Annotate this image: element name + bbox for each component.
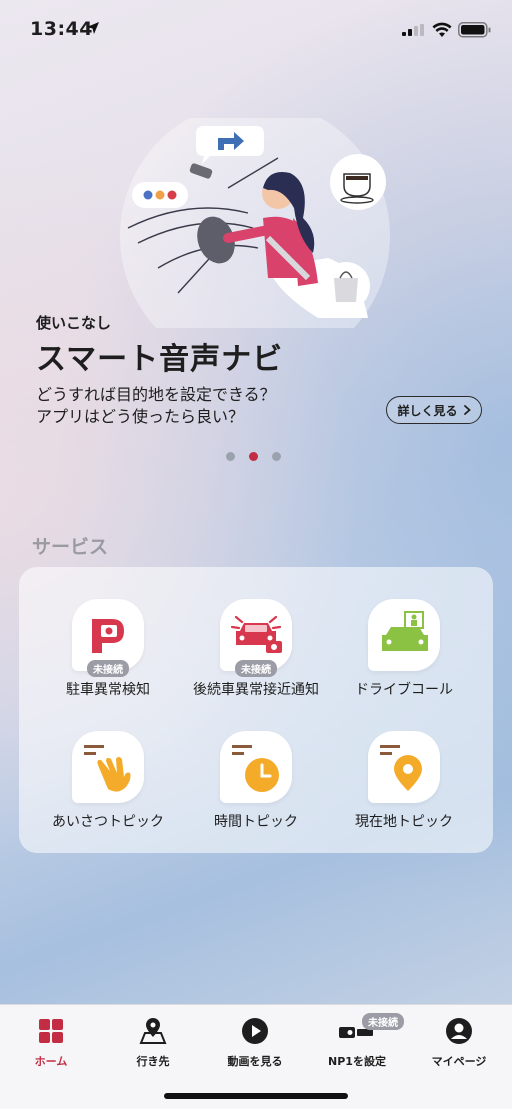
- service-label: 後続車異常接近通知: [193, 682, 319, 698]
- hero-desc-line-2: アプリはどう使ったら良い？: [36, 407, 245, 426]
- status-bar: 13:44: [0, 0, 512, 60]
- services-card: 未接続 駐車異常検知 未接続 後続車異常接近通知 ドライブコール あいさつトピッ…: [19, 567, 493, 853]
- nav-videos[interactable]: 動画を見る: [204, 1017, 306, 1069]
- play-icon: [242, 1018, 268, 1044]
- service-location-topic[interactable]: 現在地トピック: [329, 731, 479, 831]
- user-icon: [446, 1018, 472, 1044]
- service-label: あいさつトピック: [52, 814, 164, 830]
- waving-hand-icon: [84, 745, 131, 792]
- not-connected-badge: 未接続: [362, 1013, 404, 1030]
- service-parking-alert[interactable]: 未接続 駐車異常検知: [33, 599, 183, 699]
- hero-illustration: [120, 118, 390, 328]
- signal-icon: [402, 24, 424, 36]
- hero-eyebrow: 使いこなし: [36, 314, 112, 332]
- detail-button[interactable]: 詳しく見る: [386, 396, 482, 424]
- location-pin-icon: [380, 745, 422, 791]
- grid-icon: [39, 1019, 63, 1043]
- services-title: サービス: [32, 536, 109, 558]
- hero-desc-line-1: どうすれば目的地を設定できる？: [36, 385, 276, 404]
- detail-button-label: 詳しく見る: [397, 403, 458, 418]
- location-arrow-icon: [87, 22, 99, 34]
- map-pin-icon: [139, 1018, 167, 1044]
- service-label: 時間トピック: [214, 814, 298, 830]
- nav-destination[interactable]: 行き先: [102, 1017, 204, 1069]
- hero-description: どうすれば目的地を設定できる？ アプリはどう使ったら良い？: [36, 384, 336, 428]
- home-indicator: [164, 1093, 348, 1099]
- nav-label: ホーム: [34, 1055, 68, 1068]
- nav-label: 行き先: [136, 1055, 170, 1068]
- rear-car-alert-icon: [230, 615, 282, 653]
- parking-camera-icon: [92, 619, 124, 653]
- wifi-icon: [432, 22, 452, 37]
- carousel-dot[interactable]: [226, 452, 235, 461]
- service-rear-approach[interactable]: 未接続 後続車異常接近通知: [181, 599, 331, 699]
- carousel-dot[interactable]: [272, 452, 281, 461]
- nav-home[interactable]: ホーム: [0, 1017, 102, 1069]
- status-time: 13:44: [30, 18, 93, 40]
- service-greeting-topic[interactable]: あいさつトピック: [33, 731, 183, 831]
- nav-label: マイページ: [431, 1055, 487, 1068]
- clock-icon: [232, 745, 279, 792]
- service-drive-call[interactable]: ドライブコール: [329, 599, 479, 699]
- service-label: 駐車異常検知: [66, 682, 150, 698]
- carousel-dot-active[interactable]: [249, 452, 258, 461]
- not-connected-badge: 未接続: [235, 660, 277, 677]
- nav-my-page[interactable]: マイページ: [408, 1017, 510, 1069]
- battery-icon: [458, 22, 491, 38]
- service-label: ドライブコール: [355, 682, 453, 698]
- service-label: 現在地トピック: [355, 814, 453, 830]
- carousel-dots: [226, 452, 281, 461]
- hero-title: スマート音声ナビ: [36, 342, 284, 377]
- chevron-right-icon: [463, 405, 471, 415]
- nav-label: NP1を設定: [328, 1055, 386, 1068]
- service-time-topic[interactable]: 時間トピック: [181, 731, 331, 831]
- not-connected-badge: 未接続: [87, 660, 129, 677]
- nav-label: 動画を見る: [227, 1055, 283, 1068]
- drive-call-icon: [382, 611, 428, 651]
- nav-np1-settings[interactable]: 未接続 NP1を設定: [306, 1013, 408, 1069]
